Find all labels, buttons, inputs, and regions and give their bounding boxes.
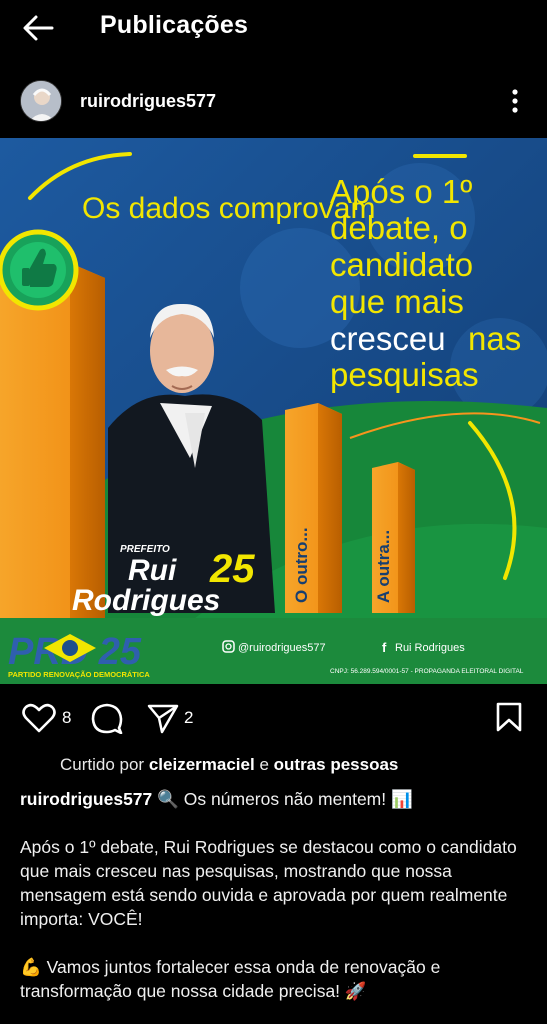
avatar[interactable] [20,80,62,122]
comment-button[interactable] [90,702,124,739]
post-action-bar: 8 2 [0,696,547,740]
liked-by-others[interactable]: outras pessoas [274,755,399,774]
heart-icon [22,703,56,733]
image-instagram-handle: @ruirodrigues577 [238,642,326,654]
back-arrow-icon[interactable] [20,12,56,44]
facebook-icon: f [382,640,387,655]
liked-by-line: Curtido por cleizermaciel e outras pesso… [60,755,398,775]
more-options-icon[interactable] [506,86,524,116]
image-candidate-last-name: Rodrigues [72,584,220,617]
top-bar: Publicações [0,0,547,58]
caption-paragraph: Após o 1º debate, Rui Rodrigues se desta… [20,837,517,929]
send-icon [147,704,179,734]
image-cnpj-text: CNPJ: 56.289.594/0001-57 - PROPAGANDA EL… [330,668,524,675]
caption-first-line: 🔍 Os números não mentem! 📊 [157,789,413,809]
like-button[interactable] [22,702,56,739]
share-button[interactable] [146,702,180,739]
bar-label-o-outro: O outro... [292,527,311,603]
svg-text:que mais: que mais [330,283,464,320]
bookmark-icon [496,702,522,732]
comment-icon [91,703,123,735]
liked-by-conjunction: e [259,755,269,774]
post-caption: ruirodrigues577 🔍 Os números não mentem!… [20,787,530,1003]
page-title: Publicações [100,11,249,39]
shares-count[interactable]: 2 [184,708,193,728]
svg-text:PARTIDO RENOVAÇÃO DEMOCRÁTICA: PARTIDO RENOVAÇÃO DEMOCRÁTICA [8,670,150,679]
caption-username[interactable]: ruirodrigues577 [20,789,152,809]
svg-text:nas: nas [468,320,521,357]
bar-label-a-outra: A outra... [374,530,393,603]
liked-by-prefix: Curtido por [60,755,145,774]
party-logo: PRD 25 PARTIDO RENOVAÇÃO DEMOCRÁTICA [8,631,150,679]
svg-text:pesquisas: pesquisas [330,356,479,393]
post-header: ruirodrigues577 [0,74,547,130]
thumbs-up-icon [0,229,79,311]
svg-text:Após o 1º: Após o 1º [330,173,472,210]
post-image[interactable]: Os dados comprovam O outro... A outra...… [0,138,547,684]
caption-paragraph: 💪 Vamos juntos fortalecer essa onda de r… [20,957,441,1001]
post-username[interactable]: ruirodrigues577 [80,91,216,112]
svg-text:debate, o: debate, o [330,209,468,246]
likes-count[interactable]: 8 [62,708,71,728]
image-facebook-name: Rui Rodrigues [395,642,465,654]
save-button[interactable] [495,701,523,738]
image-candidate-first-name: Rui [128,554,177,587]
svg-text:candidato: candidato [330,246,473,283]
svg-text:cresceu: cresceu [330,320,446,357]
liked-by-user[interactable]: cleizermaciel [149,755,255,774]
